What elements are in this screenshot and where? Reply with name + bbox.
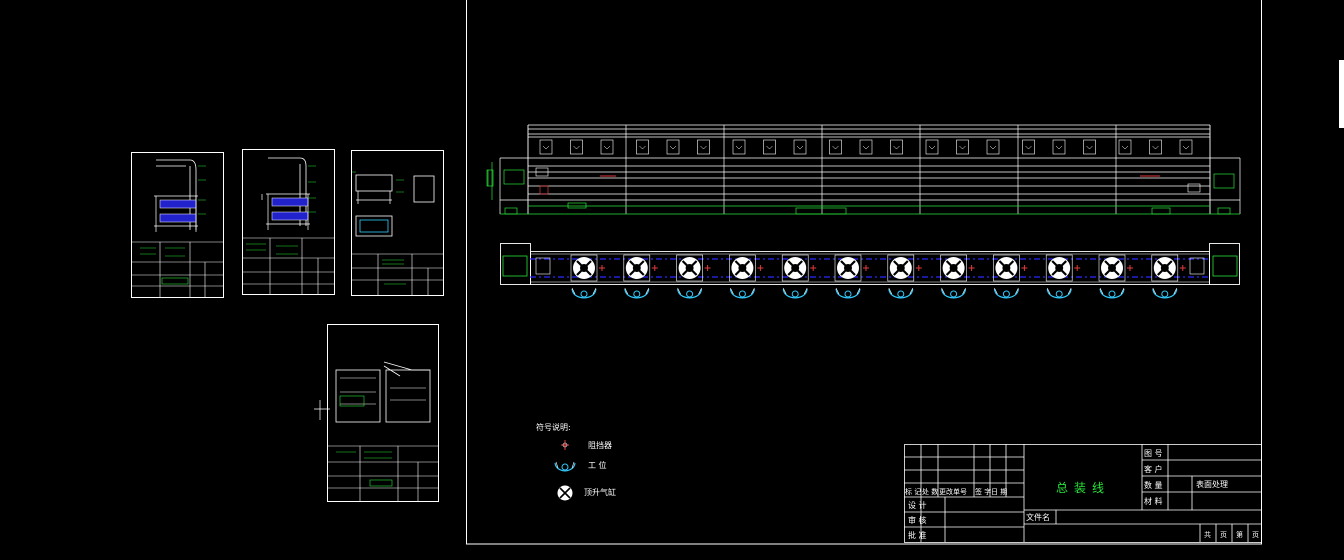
tb-places: 处 数 — [922, 487, 938, 496]
thumbnail-sheet-2[interactable] — [242, 149, 335, 296]
module-mark — [832, 145, 839, 150]
module-mark — [1152, 145, 1159, 150]
tb-customer: 客 户 — [1144, 464, 1163, 474]
conveyor-plan-view — [500, 243, 1240, 299]
module-mark — [603, 145, 611, 150]
tb-quantity: 数 量 — [1144, 480, 1163, 490]
module-box — [956, 139, 969, 155]
module-box — [600, 139, 614, 155]
module-box — [763, 139, 776, 155]
module-box — [793, 139, 807, 155]
workstation-icon — [941, 287, 967, 299]
module-box — [1149, 139, 1162, 155]
module-box — [1052, 139, 1066, 155]
tb-surface: 表面处理 — [1196, 479, 1228, 489]
tb-material: 材 料 — [1144, 496, 1163, 506]
workstation-icon — [1099, 287, 1125, 299]
tb-review: 审 核 — [908, 515, 927, 525]
workstation-icon — [1152, 287, 1178, 299]
module-mark — [766, 145, 773, 150]
module-mark — [1086, 145, 1093, 150]
legend-cylinder-label: 顶升气缸 — [584, 487, 616, 497]
tb-filename: 文件名 — [1026, 512, 1050, 522]
tb-page2: 页 — [1252, 531, 1259, 539]
module-mark — [862, 145, 870, 150]
module-box — [829, 139, 842, 155]
module-mark — [669, 145, 677, 150]
workstation-icon — [571, 287, 597, 299]
symbol-legend: 符号说明: 阻挡器 工 位 顶升气缸 — [536, 422, 616, 501]
tb-mark: 标 记 — [905, 487, 921, 496]
station — [887, 254, 922, 299]
workstation-icon — [888, 287, 914, 299]
module-box — [890, 139, 903, 155]
legend-title: 符号说明: — [536, 422, 571, 432]
tb-approve: 批 准 — [908, 530, 927, 540]
module-mark — [928, 145, 936, 150]
tb-total: 共 — [1204, 530, 1211, 539]
workstation-icon — [729, 287, 755, 299]
module-box — [1179, 139, 1193, 155]
module-box — [636, 139, 649, 155]
module-box — [986, 139, 1000, 155]
module-mark — [1025, 145, 1032, 150]
module-mark — [573, 145, 580, 150]
module-mark — [1182, 145, 1190, 150]
tb-sign: 签 字 — [975, 487, 991, 496]
cad-drawing-canvas: 符号说明: 阻挡器 工 位 顶升气缸 总装线 图 号 客 户 数 量 材 料 表… — [131, 0, 1344, 545]
module-mark — [959, 145, 966, 150]
module-box — [1118, 139, 1132, 155]
thumbnail-sheet-3[interactable] — [351, 150, 444, 297]
module-mark — [796, 145, 804, 150]
module-mark — [542, 145, 550, 150]
module-box — [925, 139, 939, 155]
module-box — [570, 139, 583, 155]
workstation-icon — [993, 287, 1019, 299]
module-box — [732, 139, 746, 155]
workstation-icon — [624, 287, 650, 299]
legend-workstation-label: 工 位 — [588, 460, 607, 470]
module-mark — [700, 145, 707, 150]
conveyor-front-elevation — [486, 124, 1241, 215]
tb-page: 页 — [1220, 531, 1227, 539]
tb-date: 日 期 — [991, 488, 1007, 496]
workstation-icon — [782, 287, 808, 299]
module-mark — [1121, 145, 1129, 150]
tb-change-no: 更改单号 — [939, 487, 967, 496]
module-box — [539, 139, 553, 155]
legend-stopper-label: 阻挡器 — [588, 440, 612, 450]
title-block-text: 总装线 图 号 客 户 数 量 材 料 表面处理 标 记 处 数 更改单号 签 … — [905, 449, 1259, 540]
thumbnail-sheet-4[interactable] — [314, 324, 439, 503]
tb-drawing-no: 图 号 — [1144, 449, 1163, 458]
module-mark — [639, 145, 646, 150]
module-box — [859, 139, 873, 155]
module-mark — [989, 145, 997, 150]
module-mark — [735, 145, 743, 150]
module-box — [697, 139, 710, 155]
workstation-icon — [677, 287, 703, 299]
module-mark — [1055, 145, 1063, 150]
module-box — [666, 139, 680, 155]
module-box — [1022, 139, 1035, 155]
thumbnail-sheet-1[interactable] — [131, 152, 224, 299]
module-mark — [893, 145, 900, 150]
station — [676, 254, 711, 299]
tb-sheet: 第 — [1236, 530, 1243, 539]
drawing-title: 总装线 — [1056, 481, 1110, 495]
workstation-icon — [1046, 287, 1072, 299]
lift-cylinder-icon — [557, 485, 573, 501]
workstation-icon — [554, 461, 576, 472]
workstation-icon — [835, 287, 861, 299]
tb-design: 设 计 — [908, 500, 927, 510]
stopper-icon — [561, 440, 569, 450]
viewport-edge-marker — [1339, 60, 1344, 128]
module-box — [1083, 139, 1096, 155]
